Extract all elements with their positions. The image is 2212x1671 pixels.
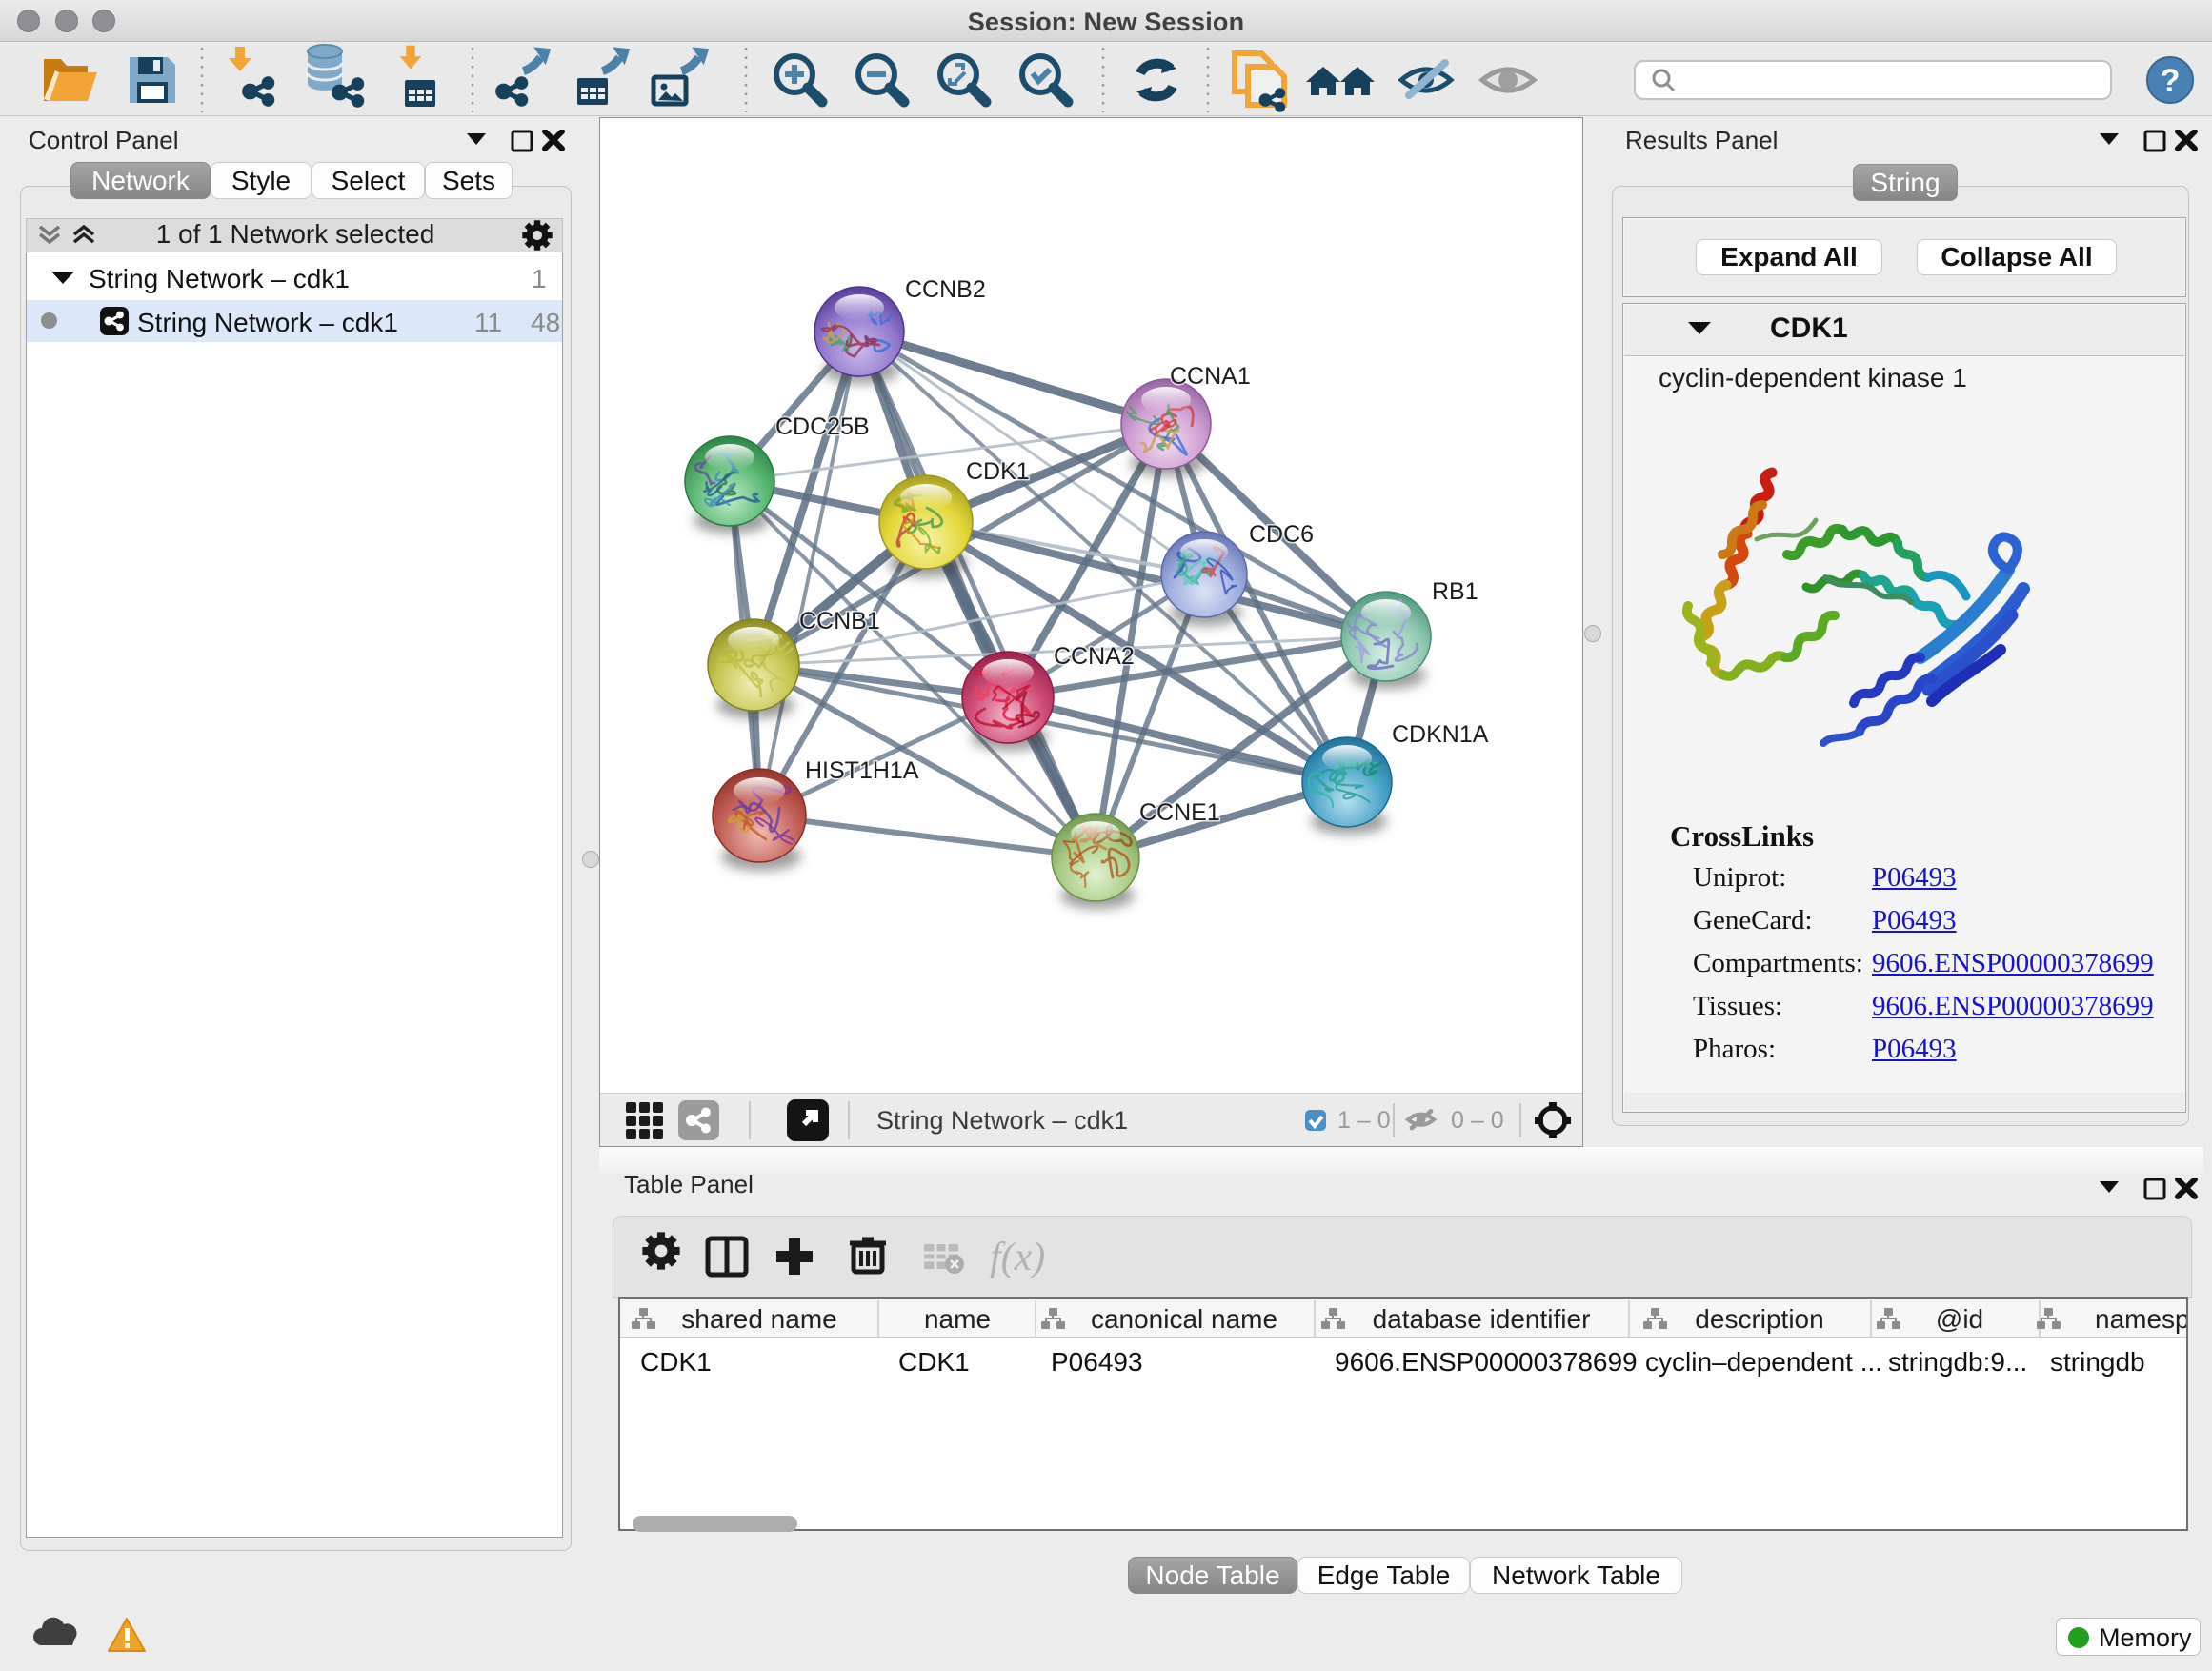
svg-text:namespace: namespace [2095, 1304, 2186, 1334]
svg-text:stringdb: stringdb [2050, 1347, 2145, 1377]
svg-text:CCNB1: CCNB1 [799, 608, 880, 634]
svg-text:description: description [1695, 1304, 1823, 1334]
svg-text:CCNA1: CCNA1 [1170, 363, 1251, 390]
svg-text:1 of 1 Network selected: 1 of 1 Network selected [156, 219, 435, 249]
svg-text:shared name: shared name [681, 1304, 836, 1334]
svg-text:CDK1: CDK1 [898, 1347, 970, 1377]
svg-text:canonical name: canonical name [1091, 1304, 1277, 1334]
svg-text:@id: @id [1936, 1304, 1983, 1334]
svg-text:HIST1H1A: HIST1H1A [805, 757, 919, 784]
svg-text:CCNB2: CCNB2 [905, 276, 986, 303]
svg-text:CCNA2: CCNA2 [1054, 643, 1135, 670]
svg-text:CDC6: CDC6 [1249, 521, 1314, 548]
svg-text:CDC25B: CDC25B [775, 413, 870, 440]
svg-text:RB1: RB1 [1432, 578, 1478, 605]
svg-text:CDK1: CDK1 [640, 1347, 712, 1377]
svg-text:9606.ENSP00000378699: 9606.ENSP00000378699 [1335, 1347, 1638, 1377]
svg-text:f(x): f(x) [990, 1236, 1045, 1279]
svg-text:1 – 0: 1 – 0 [1337, 1107, 1391, 1134]
svg-text:CDKN1A: CDKN1A [1392, 721, 1489, 748]
svg-text:0 – 0: 0 – 0 [1451, 1107, 1504, 1134]
svg-text:?: ? [2161, 63, 2181, 99]
svg-text:database identifier: database identifier [1373, 1304, 1591, 1334]
svg-text:cyclin–dependent ...: cyclin–dependent ... [1645, 1347, 1882, 1377]
svg-text:stringdb:9...: stringdb:9... [1888, 1347, 2027, 1377]
svg-text:name: name [924, 1304, 991, 1334]
svg-text:P06493: P06493 [1051, 1347, 1143, 1377]
svg-text:String Network – cdk1: String Network – cdk1 [876, 1106, 1128, 1135]
svg-text:CCNE1: CCNE1 [1139, 799, 1220, 826]
svg-text:CDK1: CDK1 [966, 458, 1030, 485]
